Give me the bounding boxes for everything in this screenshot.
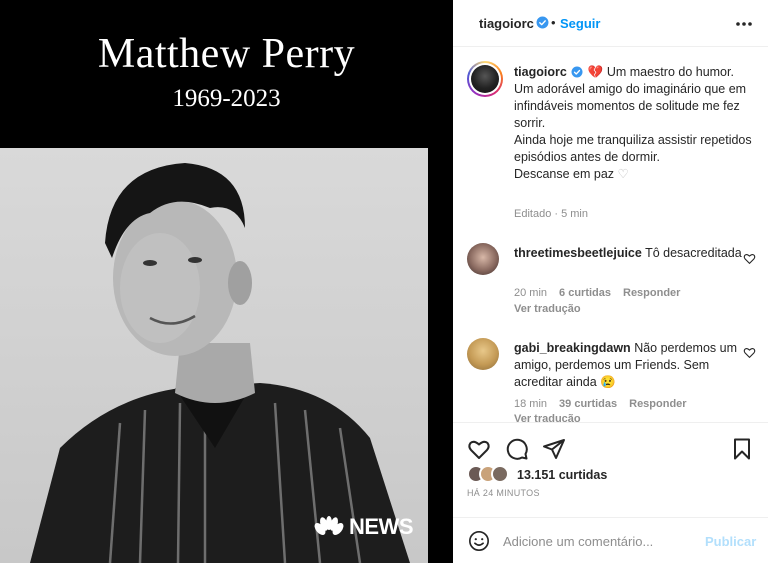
comment-meta: 18 min 39 curtidas Responder <box>514 398 687 410</box>
post-media[interactable]: Matthew Perry 1969-2023 NEWS <box>0 0 453 563</box>
see-translation-link[interactable]: Ver tradução <box>514 303 581 315</box>
white-heart-icon: ♡ <box>617 167 629 181</box>
media-banner: Matthew Perry 1969-2023 <box>0 0 453 148</box>
share-icon[interactable] <box>542 437 566 461</box>
caption-meta: Editado · 5 min <box>514 208 588 220</box>
nbc-news-logo: NEWS <box>314 514 414 540</box>
comment-username[interactable]: gabi_breakingdawn <box>514 341 631 355</box>
post-caption: tiagoiorc 💔 Um maestro do humor. Um ador… <box>514 64 754 183</box>
comment-like-icon[interactable] <box>743 252 756 265</box>
heart-icon[interactable] <box>467 437 491 461</box>
liker-avatar <box>491 465 509 483</box>
caption-line-2: Um adorável amigo do imaginário que em i… <box>514 82 747 130</box>
post-time: HÁ 24 MINUTOS <box>467 488 540 498</box>
comment-likes[interactable]: 39 curtidas <box>559 398 617 410</box>
portrait-illustration <box>30 163 410 563</box>
add-comment-bar: Publicar <box>453 517 768 563</box>
publish-button[interactable]: Publicar <box>705 534 756 549</box>
commenter-avatar[interactable] <box>467 243 499 275</box>
sad-face-icon: 😢 <box>600 375 616 389</box>
comment-time: 20 min <box>514 287 548 299</box>
comment-meta: 20 min 6 curtidas Responder <box>514 287 680 299</box>
caption-line-4: Descanse em paz <box>514 167 615 181</box>
comment-body: threetimesbeetlejuice Tô desacreditada <box>514 245 744 262</box>
verified-icon <box>571 66 583 78</box>
follow-button[interactable]: Seguir <box>560 16 600 31</box>
comment-username[interactable]: threetimesbeetlejuice <box>514 246 642 260</box>
see-translation-link[interactable]: Ver tradução <box>514 414 581 422</box>
media-title: Matthew Perry <box>97 31 356 77</box>
bookmark-icon[interactable] <box>730 437 754 461</box>
portrait-photo <box>0 148 428 563</box>
comment-like-icon[interactable] <box>743 346 756 359</box>
header-username[interactable]: tiagoiorc <box>479 16 534 31</box>
news-logo-text: NEWS <box>349 514 414 539</box>
header-separator: • <box>551 15 556 30</box>
broken-heart-icon: 💔 <box>587 65 604 79</box>
comment-time: 18 min <box>514 398 548 410</box>
verified-icon <box>536 16 549 29</box>
comment-text: Tô desacreditada <box>645 246 742 260</box>
caption-username[interactable]: tiagoiorc <box>514 65 567 79</box>
media-years: 1969-2023 <box>172 85 281 112</box>
post-header: tiagoiorc • Seguir <box>453 0 768 47</box>
commenter-avatar[interactable] <box>467 338 499 370</box>
likes-count[interactable]: 13.151 curtidas <box>517 468 607 482</box>
more-icon[interactable] <box>734 14 754 34</box>
peacock-icon <box>314 516 344 535</box>
liker-avatars[interactable] <box>467 465 509 483</box>
reply-button[interactable]: Responder <box>623 287 680 299</box>
comment-input[interactable] <box>503 531 693 551</box>
post-details-panel: tiagoiorc • Seguir tiagoiorc 💔 Um maestr… <box>453 0 768 563</box>
caption-line-3: Ainda hoje me tranquiliza assistir repet… <box>514 133 752 164</box>
reply-button[interactable]: Responder <box>629 398 686 410</box>
comment-likes[interactable]: 6 curtidas <box>559 287 611 299</box>
comment-body: gabi_breakingdawn Não perdemos um amigo,… <box>514 340 744 391</box>
author-avatar[interactable] <box>467 61 503 97</box>
caption-line-1: Um maestro do humor. <box>606 65 734 79</box>
comment-icon[interactable] <box>505 437 529 461</box>
emoji-icon[interactable] <box>468 530 490 552</box>
